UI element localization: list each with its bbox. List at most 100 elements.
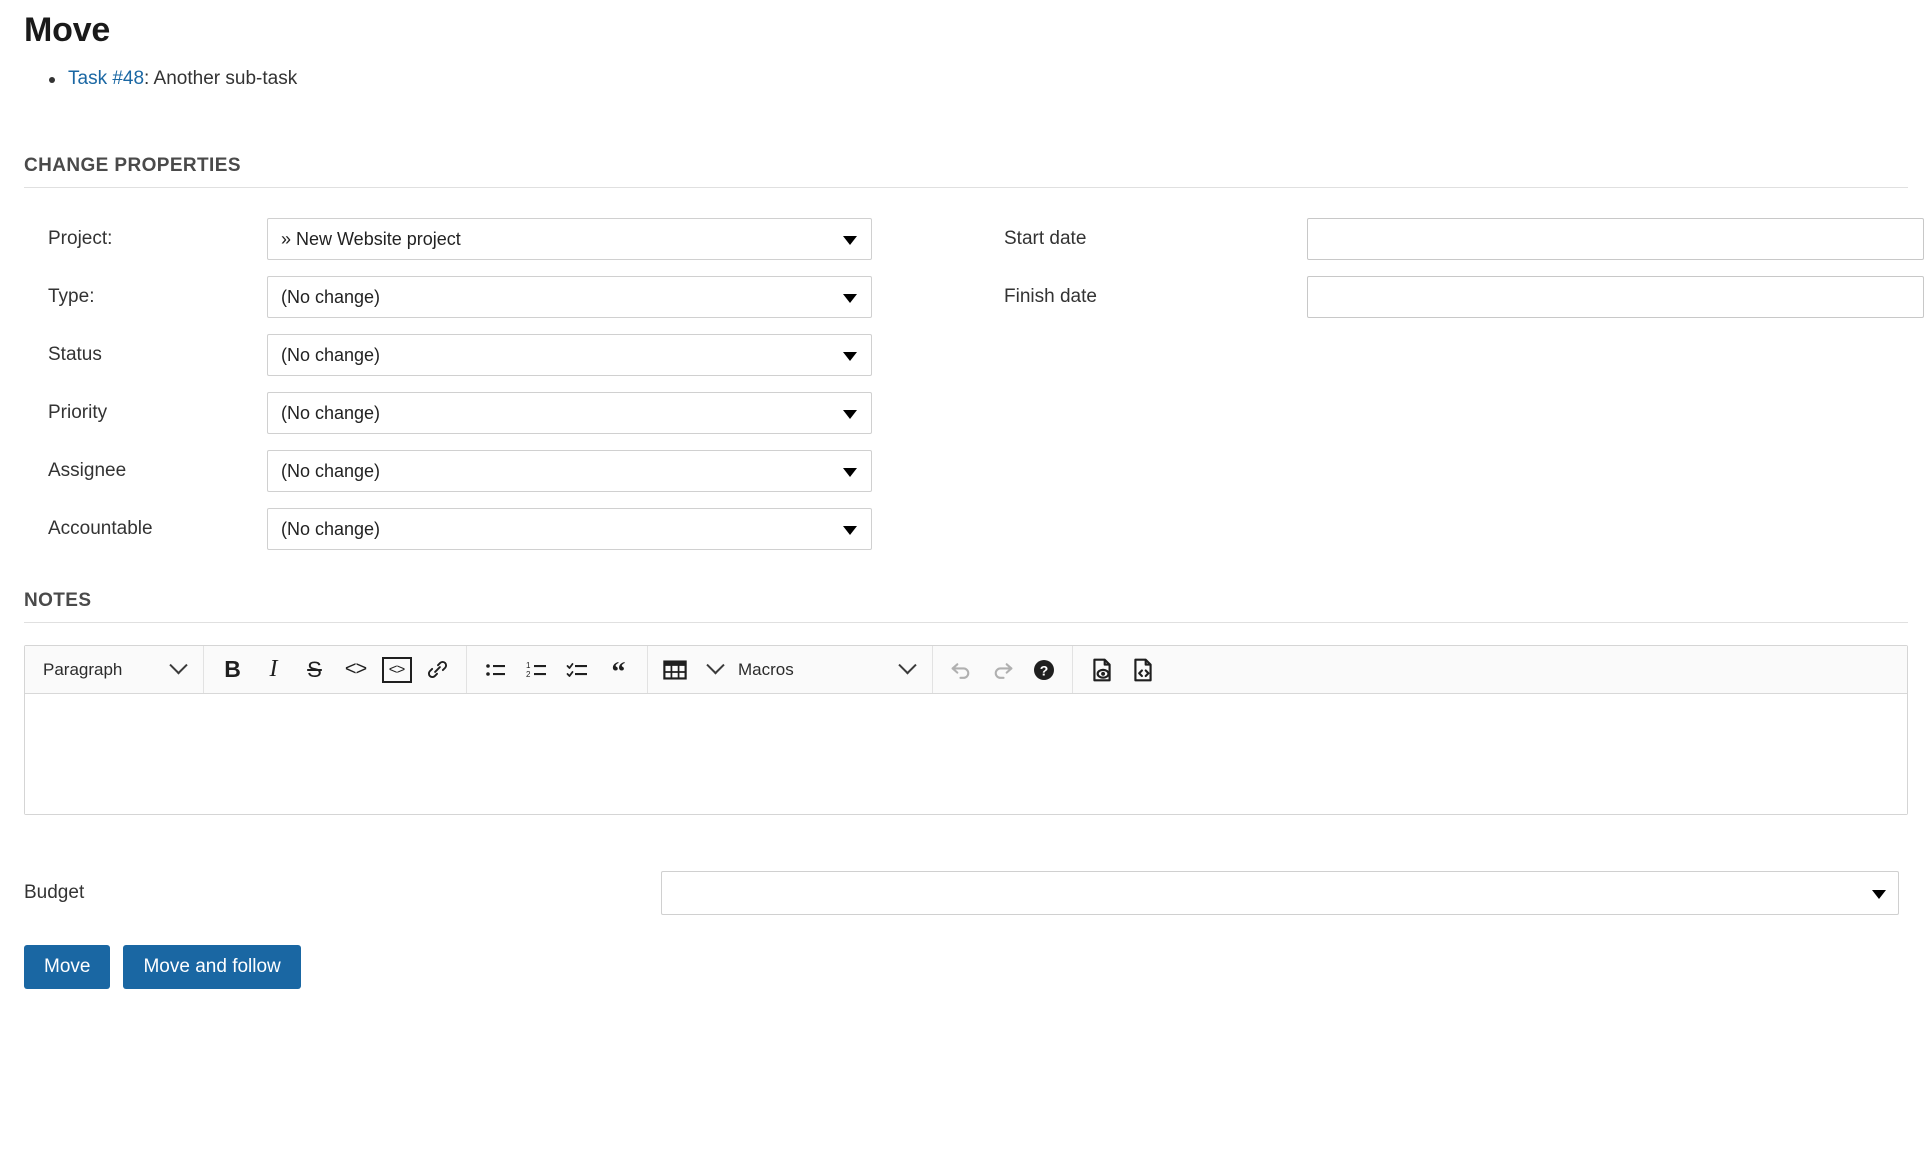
task-list-icon [566,662,587,677]
notes-rich-text-editor: Paragraph B I S <> <> 1 2 “ Macros ? [24,645,1908,816]
help-icon: ? [1033,659,1054,680]
redo-button[interactable] [982,650,1023,690]
block-type-dropdown[interactable]: Paragraph [33,653,195,687]
notes-editor-content[interactable] [25,694,1907,815]
field-row-status: Status (No change) [24,326,964,384]
page-title: Move [24,11,111,49]
preview-button[interactable] [1081,650,1122,690]
link-icon [427,661,448,679]
code-block-button[interactable]: <> [376,650,417,690]
assignee-select-value: (No change) [281,460,381,481]
finish-date-label: Finish date [1004,285,1097,307]
toolbar-group-lists: 1 2 “ [467,646,648,694]
toolbar-group-block-type: Paragraph [25,646,204,694]
assignee-select[interactable]: (No change) [267,450,872,493]
field-row-accountable: Accountable (No change) [24,500,964,558]
link-button[interactable] [417,650,458,690]
priority-label: Priority [48,401,108,423]
bulleted-list-icon [485,663,505,676]
toolbar-group-view [1073,646,1171,693]
priority-select-value: (No change) [281,402,381,423]
chevron-down-icon [843,352,857,362]
bold-button[interactable]: B [212,650,253,690]
preview-icon [1092,658,1111,682]
status-select-value: (No change) [281,344,381,365]
accountable-select[interactable]: (No change) [267,508,872,551]
chevron-down-icon [843,526,857,536]
chevron-down-icon [843,236,857,246]
start-date-label: Start date [1004,227,1087,249]
budget-label: Budget [24,882,85,904]
redo-icon [994,663,1013,680]
start-date-input[interactable] [1307,218,1924,261]
toolbar-group-history: ? [933,646,1073,694]
field-row-priority: Priority (No change) [24,384,964,442]
move-and-follow-button[interactable]: Move and follow [123,945,301,990]
block-type-value: Paragraph [43,659,123,679]
task-link[interactable]: Task #48 [68,68,144,89]
list-item: Task #48: Another sub-task [49,65,1908,94]
chevron-down-icon [843,410,857,420]
project-label: Project: [48,227,113,249]
move-button[interactable]: Move [24,945,111,990]
project-select-value: » New Website project [281,228,461,249]
status-label: Status [48,343,102,365]
numbered-list-icon: 1 2 [526,661,546,679]
svg-text:1: 1 [526,661,531,670]
accountable-select-value: (No change) [281,518,381,539]
field-row-assignee: Assignee (No change) [24,442,964,500]
finish-date-input[interactable] [1307,276,1924,319]
project-select[interactable]: » New Website project [267,218,872,261]
undo-button[interactable] [941,650,982,690]
status-select[interactable]: (No change) [267,334,872,377]
chevron-down-icon [843,468,857,478]
notes-heading: NOTES [24,590,1908,624]
inline-code-button[interactable]: <> [335,650,376,690]
change-properties-form: Project: » New Website project Type: (No… [24,210,1924,551]
change-properties-heading: CHANGE PROPERTIES [24,155,1908,189]
type-label: Type: [48,285,95,307]
type-select[interactable]: (No change) [267,276,872,319]
chevron-down-icon [898,656,917,675]
numbered-list-button[interactable]: 1 2 [516,650,557,690]
svg-text:2: 2 [526,670,531,679]
task-list: Task #48: Another sub-task [24,65,1908,94]
toolbar-group-insert: Macros [648,646,933,694]
code-block-icon: <> [381,656,412,683]
accountable-label: Accountable [48,517,153,539]
help-button[interactable]: ? [1023,650,1064,690]
field-row-type: Type: (No change) [24,268,964,326]
blockquote-button[interactable]: “ [598,650,639,690]
macros-value: Macros [738,659,794,679]
bulleted-list-button[interactable] [475,650,516,690]
toolbar-group-formatting: B I S <> <> [204,646,467,694]
assignee-label: Assignee [48,459,127,481]
macros-dropdown[interactable]: Macros [728,653,924,687]
chevron-down-icon [1872,890,1886,900]
chevron-down-icon [843,294,857,304]
svg-text:?: ? [1039,662,1048,678]
type-select-value: (No change) [281,286,381,307]
editor-toolbar: Paragraph B I S <> <> 1 2 “ Macros ? [25,646,1907,695]
priority-select[interactable]: (No change) [267,392,872,435]
source-icon [1133,658,1152,682]
italic-button[interactable]: I [253,650,294,690]
chevron-down-icon [706,656,725,675]
field-row-finish-date: Finish date [982,268,1924,326]
table-dropdown[interactable] [656,653,728,687]
move-work-package-page: Move Task #48: Another sub-task CHANGE P… [0,0,1932,1163]
properties-left-column: Project: » New Website project Type: (No… [24,210,964,558]
budget-select[interactable] [661,871,1899,916]
field-row-project: Project: » New Website project [24,210,964,268]
task-list-button[interactable] [557,650,598,690]
source-view-button[interactable] [1122,650,1163,690]
budget-row: Budget [24,871,1908,916]
task-title: : Another sub-task [144,67,298,89]
field-row-start-date: Start date [982,210,1924,268]
form-actions: Move Move and follow [24,945,1908,990]
table-icon [663,660,687,680]
strikethrough-button[interactable]: S [294,650,335,690]
undo-icon [951,663,970,680]
chevron-down-icon [169,656,188,675]
properties-right-column: Start date Finish date [982,210,1924,326]
